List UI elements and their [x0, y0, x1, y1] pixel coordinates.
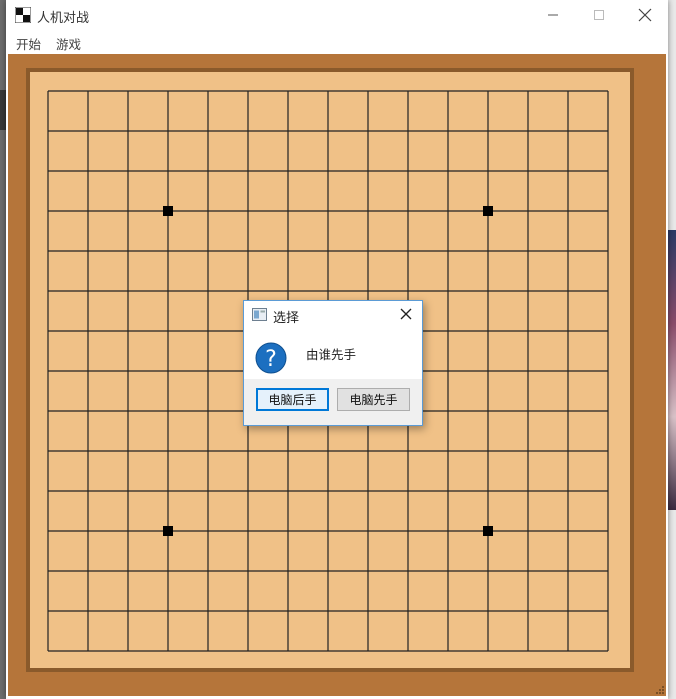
star-point — [163, 206, 173, 216]
dialog-message: 由谁先手 — [306, 347, 357, 362]
maximize-icon — [594, 10, 604, 20]
window-title: 人机对战 — [37, 11, 90, 26]
star-point — [483, 206, 493, 216]
menu-start[interactable]: 开始 — [16, 34, 41, 53]
dialog-window-icon — [252, 308, 267, 321]
title-bar[interactable]: 人机对战 — [6, 0, 668, 30]
menu-bar: 开始 游戏 — [6, 30, 668, 54]
choose-dialog: 选择 ? 由谁先手 电脑后手 电脑先手 — [243, 300, 423, 426]
close-icon[interactable] — [398, 306, 414, 322]
dialog-title: 选择 — [273, 311, 300, 326]
star-point — [163, 526, 173, 536]
computer-second-button[interactable]: 电脑后手 — [256, 388, 329, 411]
minimize-button[interactable] — [530, 0, 576, 30]
minimize-icon — [548, 14, 558, 16]
computer-first-button[interactable]: 电脑先手 — [337, 388, 410, 411]
resize-grip-icon[interactable] — [654, 684, 664, 694]
star-point — [483, 526, 493, 536]
menu-game[interactable]: 游戏 — [56, 34, 81, 53]
maximize-button[interactable] — [576, 0, 622, 30]
question-icon: ? — [255, 342, 287, 374]
dialog-button-bar: 电脑后手 电脑先手 — [244, 379, 422, 425]
svg-text:?: ? — [265, 347, 277, 372]
background-image-strip — [668, 230, 676, 510]
close-button[interactable] — [622, 0, 668, 30]
close-icon — [638, 8, 652, 22]
app-icon — [15, 7, 31, 23]
